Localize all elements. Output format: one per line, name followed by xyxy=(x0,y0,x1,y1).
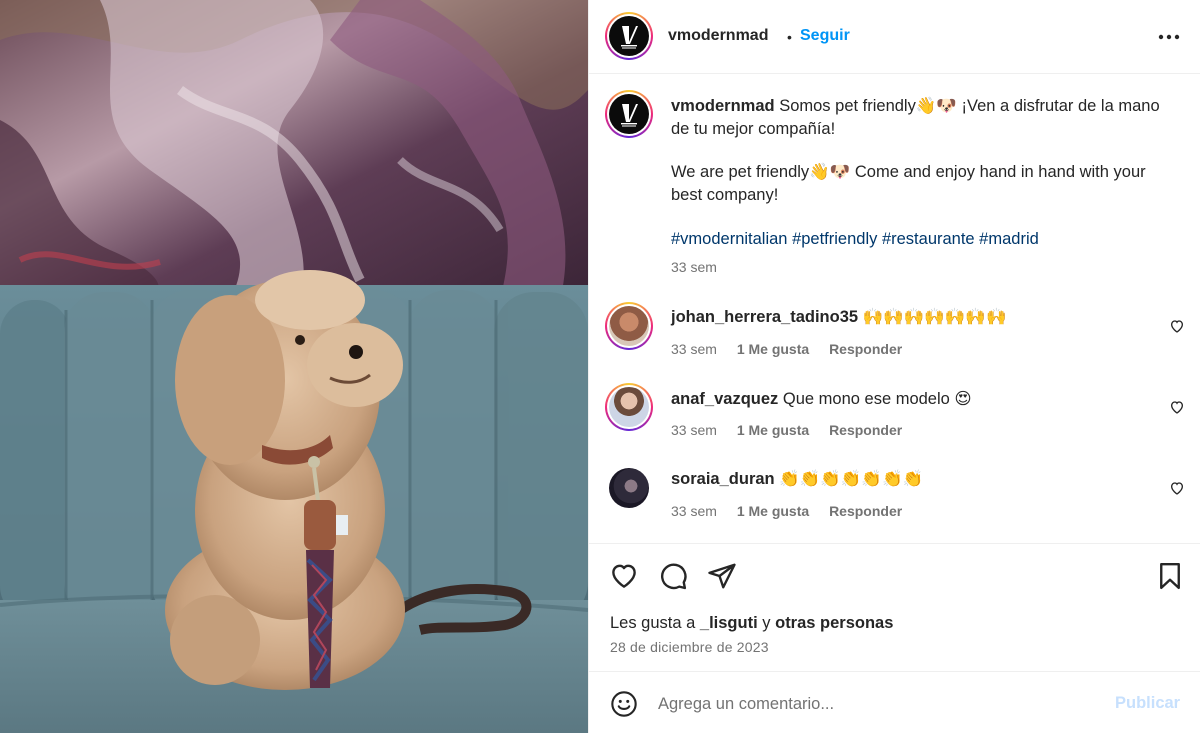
caption-hashtags[interactable]: #vmodernitalian #petfriendly #restaurant… xyxy=(671,228,1171,251)
comment-text: johan_herrera_tadino35 🙌🙌🙌🙌🙌🙌🙌 xyxy=(671,308,1006,327)
comment-likes[interactable]: 1 Me gusta xyxy=(737,503,809,519)
comment-text: soraia_duran 👏👏👏👏👏👏👏 xyxy=(671,470,923,489)
emoji-icon[interactable] xyxy=(610,690,638,718)
follow-button[interactable]: Seguir xyxy=(800,27,850,45)
comment-meta: 33 sem 1 Me gusta Responder xyxy=(671,422,918,438)
reply-button[interactable]: Responder xyxy=(829,422,902,438)
comment-item: johan_herrera_tadino35 🙌🙌🙌🙌🙌🙌🙌 33 sem 1 … xyxy=(589,302,1200,372)
caption-text: vmodernmad Somos pet friendly👋🐶 ¡Ven a d… xyxy=(671,95,1171,251)
heart-icon[interactable] xyxy=(609,561,639,591)
comment-item: anaf_vazquez Que mono ese modelo 😍 33 se… xyxy=(589,383,1200,453)
comment-username[interactable]: anaf_vazquez xyxy=(671,390,778,408)
caption-timestamp[interactable]: 33 sem xyxy=(671,259,717,275)
post-photo[interactable] xyxy=(0,0,588,733)
add-comment-bar: Publicar xyxy=(589,671,1200,733)
comment-body: 🙌🙌🙌🙌🙌🙌🙌 xyxy=(862,308,1007,326)
post-date[interactable]: 28 de diciembre de 2023 xyxy=(610,639,769,655)
poodle xyxy=(165,270,405,690)
more-options-icon[interactable] xyxy=(1154,22,1184,52)
vmodern-logo-icon xyxy=(609,94,649,134)
comment-body: Que mono ese modelo 😍 xyxy=(782,390,972,408)
caption-username[interactable]: vmodernmad xyxy=(671,97,775,115)
author-avatar[interactable] xyxy=(605,12,653,60)
reply-button[interactable]: Responder xyxy=(829,503,902,519)
comment-meta: 33 sem 1 Me gusta Responder xyxy=(671,341,918,357)
caption-author-avatar[interactable] xyxy=(605,90,653,138)
comment-item: soraia_duran 👏👏👏👏👏👏👏 33 sem 1 Me gusta R… xyxy=(589,464,1200,534)
comment-time[interactable]: 33 sem xyxy=(671,422,717,438)
reply-button[interactable]: Responder xyxy=(829,341,902,357)
likes-others[interactable]: otras personas xyxy=(775,614,893,632)
poodle-on-sofa-image xyxy=(0,0,588,733)
comment-text: anaf_vazquez Que mono ese modelo 😍 xyxy=(671,389,972,409)
commenter-avatar[interactable] xyxy=(609,468,649,508)
comment-likes[interactable]: 1 Me gusta xyxy=(737,341,809,357)
likes-prefix: Les gusta a xyxy=(610,614,696,632)
comment-like-heart-icon[interactable] xyxy=(1169,318,1185,334)
post-actions: Les gusta a _lisguti y otras personas 28… xyxy=(589,543,1200,671)
post-header: vmodernmad • Seguir xyxy=(589,0,1200,74)
post-details-panel: vmodernmad • Seguir vmodernmad Somos pet… xyxy=(588,0,1200,733)
likes-summary: Les gusta a _lisguti y otras personas xyxy=(610,614,893,633)
comment-body: 👏👏👏👏👏👏👏 xyxy=(779,470,924,488)
paper-plane-icon[interactable] xyxy=(707,561,737,591)
commenter-avatar[interactable] xyxy=(605,383,653,431)
separator-dot: • xyxy=(787,29,792,45)
comment-time[interactable]: 33 sem xyxy=(671,503,717,519)
likes-conj: y xyxy=(762,614,771,632)
author-username[interactable]: vmodernmad xyxy=(668,27,768,45)
commenter-avatar[interactable] xyxy=(605,302,653,350)
comment-username[interactable]: soraia_duran xyxy=(671,470,775,488)
likes-user[interactable]: _lisguti xyxy=(700,614,758,632)
vmodern-logo-icon xyxy=(609,16,649,56)
comment-input[interactable] xyxy=(658,691,1098,717)
comment-likes[interactable]: 1 Me gusta xyxy=(737,422,809,438)
comment-like-heart-icon[interactable] xyxy=(1169,480,1185,496)
caption-line-en: We are pet friendly👋🐶 Come and enjoy han… xyxy=(671,163,1146,204)
bookmark-icon[interactable] xyxy=(1155,561,1185,591)
publish-button[interactable]: Publicar xyxy=(1115,694,1180,713)
comment-icon[interactable] xyxy=(658,561,688,591)
comment-meta: 33 sem 1 Me gusta Responder xyxy=(671,503,918,519)
comment-username[interactable]: johan_herrera_tadino35 xyxy=(671,308,858,326)
comment-time[interactable]: 33 sem xyxy=(671,341,717,357)
comment-like-heart-icon[interactable] xyxy=(1169,399,1185,415)
